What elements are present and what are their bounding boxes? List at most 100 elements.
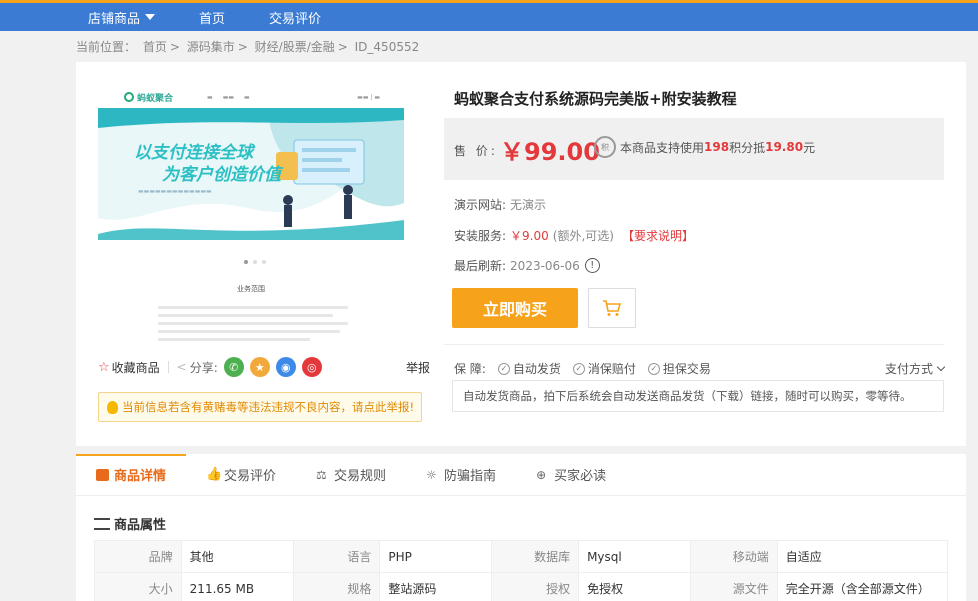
breadcrumb-sep: > bbox=[237, 40, 248, 54]
breadcrumb-market[interactable]: 源码集市 bbox=[187, 40, 235, 54]
attr-value: 自适应 bbox=[776, 540, 949, 573]
tab-label: 防骗指南 bbox=[444, 469, 497, 484]
table-row: 品牌 其他 语言 PHP 数据库 Mysql 移动端 自适应 bbox=[94, 540, 949, 573]
cart-icon bbox=[603, 300, 622, 316]
attr-key: 语言 bbox=[292, 540, 381, 573]
attr-value: 免授权 bbox=[578, 572, 692, 601]
nav-label: 首页 bbox=[199, 11, 226, 27]
details-icon bbox=[96, 468, 109, 481]
points-text-post: 元 bbox=[803, 140, 816, 155]
last-refresh-row: 最后刷新: 2023-06-06 ! bbox=[454, 257, 600, 274]
nav-store-products[interactable]: 店铺商品 bbox=[88, 8, 156, 27]
breadcrumb-category[interactable]: 财经/股票/金融 bbox=[255, 40, 335, 54]
star-icon: ☆ bbox=[98, 359, 110, 375]
attr-key: 大小 bbox=[94, 572, 182, 601]
carousel-dot bbox=[262, 260, 266, 264]
price-value: ￥99.00 bbox=[500, 138, 600, 166]
nav-home[interactable]: 首页 bbox=[199, 8, 225, 27]
attr-value: 其他 bbox=[180, 540, 294, 573]
payment-methods-dropdown[interactable]: 支付方式 bbox=[884, 360, 946, 377]
preview-menu: ▬ ▬▬ ▬ bbox=[207, 94, 250, 101]
auto-delivery-notice: 自动发货商品，拍下后系统会自动发送商品发货（下载）链接，随时可以购买，零等待。 bbox=[452, 380, 944, 412]
demo-value: 无演示 bbox=[510, 198, 547, 212]
tab-reviews[interactable]: 👍 交易评价 bbox=[186, 454, 296, 496]
logo-mark-icon bbox=[124, 92, 134, 102]
report-link[interactable]: 举报 bbox=[406, 359, 430, 376]
preview-header: 蚂蚁聚合 ▬ ▬▬ ▬ ▬▬ | ▬ bbox=[98, 84, 404, 110]
attr-value: 完全开源（含全部源文件） bbox=[776, 572, 949, 601]
favorite-label: 收藏商品 bbox=[111, 360, 160, 375]
carousel-dot bbox=[253, 260, 257, 264]
install-label: 安装服务: bbox=[454, 229, 507, 243]
breadcrumb-prefix: 当前位置： bbox=[76, 40, 137, 54]
wechat-icon[interactable]: ✆ bbox=[223, 357, 244, 377]
guarantee-text: 消保赔付 bbox=[587, 362, 636, 376]
auto-delivery-text: 自动发货商品，拍下后系统会自动发送商品发货（下载）链接，随时可以购买，零等待。 bbox=[463, 389, 912, 403]
attr-key: 规格 bbox=[292, 572, 381, 601]
payment-methods-label: 支付方式 bbox=[884, 362, 933, 376]
preview-section-title: 业务范围 bbox=[237, 285, 265, 293]
warning-text: 当前信息若含有黄赌毒等违法违规不良内容，请点此举报! bbox=[122, 400, 415, 414]
preview-menu-stub: ▬ bbox=[207, 93, 213, 101]
install-price: ￥9.00 bbox=[510, 229, 549, 243]
breadcrumb-sep: > bbox=[337, 40, 348, 54]
install-sub: (额外,可选) bbox=[552, 229, 614, 243]
points-info: 积 本商品支持使用 198 积分抵 19.80 元 bbox=[594, 136, 815, 158]
tab-buyer-notice[interactable]: ⊕ 买家必读 bbox=[516, 454, 626, 496]
share-label: < 分享: bbox=[177, 359, 218, 376]
qq-icon[interactable]: ◉ bbox=[275, 357, 296, 377]
breadcrumb-id: ID_450552 bbox=[354, 40, 420, 54]
product-panel: 蚂蚁聚合 ▬ ▬▬ ▬ ▬▬ | ▬ 以支付连接全球 为客户创造价值 ▬▬▬▬▬… bbox=[76, 62, 966, 446]
product-title: 蚂蚁聚合支付系统源码完美版+附安装教程 bbox=[454, 90, 737, 108]
tab-product-details[interactable]: 商品详情 bbox=[76, 453, 187, 496]
price-box: 售 价: ￥99.00 积 本商品支持使用 198 积分抵 19.80 元 bbox=[444, 118, 944, 180]
exclamation-icon[interactable]: ! bbox=[584, 258, 600, 273]
preview-text-line bbox=[158, 306, 348, 309]
check-icon: ✓ bbox=[572, 362, 585, 375]
weibo-icon[interactable]: ◎ bbox=[301, 357, 322, 377]
guarantee-label: 保 障: bbox=[454, 362, 486, 376]
preview-logo: 蚂蚁聚合 bbox=[124, 91, 173, 104]
install-requirement-link[interactable]: 【要求说明】 bbox=[622, 227, 694, 244]
nav-label: 交易评价 bbox=[269, 11, 322, 27]
preview-banner-subtext: ▬▬▬▬▬▬▬▬▬▬▬▬▬ bbox=[138, 188, 212, 195]
nav-label: 店铺商品 bbox=[88, 11, 141, 27]
divider bbox=[444, 344, 944, 345]
breadcrumb-sep: > bbox=[169, 40, 180, 54]
top-nav: 店铺商品 首页 交易评价 bbox=[76, 3, 365, 31]
tab-rules[interactable]: ⚖ 交易规则 bbox=[296, 454, 406, 496]
tab-label: 交易评价 bbox=[224, 469, 277, 484]
tab-anti-fraud[interactable]: ☼ 防骗指南 bbox=[406, 454, 516, 496]
preview-text-line bbox=[158, 314, 333, 317]
points-count: 198 bbox=[704, 140, 730, 154]
tab-label: 买家必读 bbox=[554, 469, 607, 484]
share-text: 分享: bbox=[189, 360, 218, 375]
nav-reviews[interactable]: 交易评价 bbox=[269, 8, 321, 27]
add-to-cart-button[interactable] bbox=[588, 288, 636, 328]
buy-now-button[interactable]: 立即购买 bbox=[452, 288, 578, 328]
list-icon bbox=[94, 517, 110, 530]
breadcrumb-home[interactable]: 首页 bbox=[143, 40, 167, 54]
demo-label: 演示网站: bbox=[454, 198, 507, 212]
refresh-label: 最后刷新: bbox=[454, 259, 507, 273]
chevron-down-icon bbox=[936, 362, 946, 372]
guarantee-text: 自动发货 bbox=[512, 362, 561, 376]
preview-menu-stub: ▬▬ bbox=[222, 93, 235, 101]
points-text-pre: 本商品支持使用 bbox=[620, 140, 705, 155]
preview-carousel-dots bbox=[244, 260, 266, 264]
attr-key: 授权 bbox=[491, 572, 580, 601]
preview-banner-text: 以支付连接全球 为客户创造价值 bbox=[134, 142, 281, 186]
share-row: ☆ 收藏商品 < 分享: ✆ ★ ◉ ◎ 举报 bbox=[98, 356, 430, 378]
guarantee-escrow: ✓ 担保交易 bbox=[647, 360, 711, 377]
report-warning[interactable]: 当前信息若含有黄赌毒等违法违规不良内容，请点此举报! bbox=[98, 392, 422, 422]
attr-value: Mysql bbox=[578, 540, 692, 573]
table-row: 大小 211.65 MB 规格 整站源码 授权 免授权 源文件 完全开源（含全部… bbox=[94, 572, 949, 601]
check-icon: ✓ bbox=[497, 362, 510, 375]
preview-text-line bbox=[158, 322, 348, 325]
qzone-icon[interactable]: ★ bbox=[249, 357, 270, 377]
favorite-button[interactable]: ☆ 收藏商品 bbox=[98, 359, 160, 376]
preview-banner-line2: 为客户创造价值 bbox=[162, 165, 281, 185]
attr-key: 移动端 bbox=[690, 540, 778, 573]
tab-label: 商品详情 bbox=[114, 469, 167, 484]
attr-value: PHP bbox=[379, 540, 493, 573]
